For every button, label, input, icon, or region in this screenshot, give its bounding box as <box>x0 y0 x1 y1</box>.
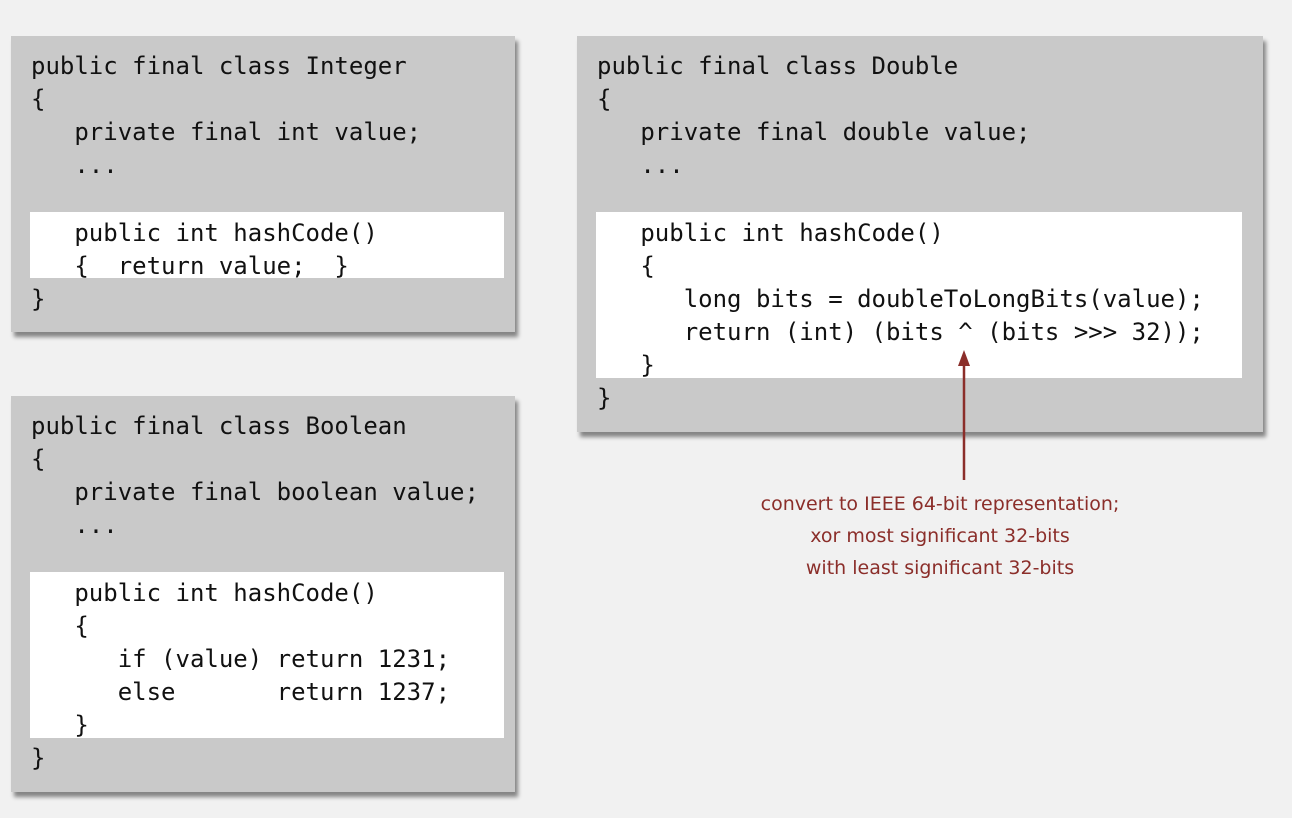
annotation-text: convert to IEEE 64-bit representation; x… <box>700 488 1180 584</box>
annotation-line: xor most significant 32-bits <box>810 525 1070 547</box>
annotation-arrow <box>958 350 970 480</box>
annotation-line: with least significant 32-bits <box>805 557 1075 579</box>
arrow-head <box>958 350 970 366</box>
annotation-line: convert to IEEE 64-bit representation; <box>760 493 1120 515</box>
